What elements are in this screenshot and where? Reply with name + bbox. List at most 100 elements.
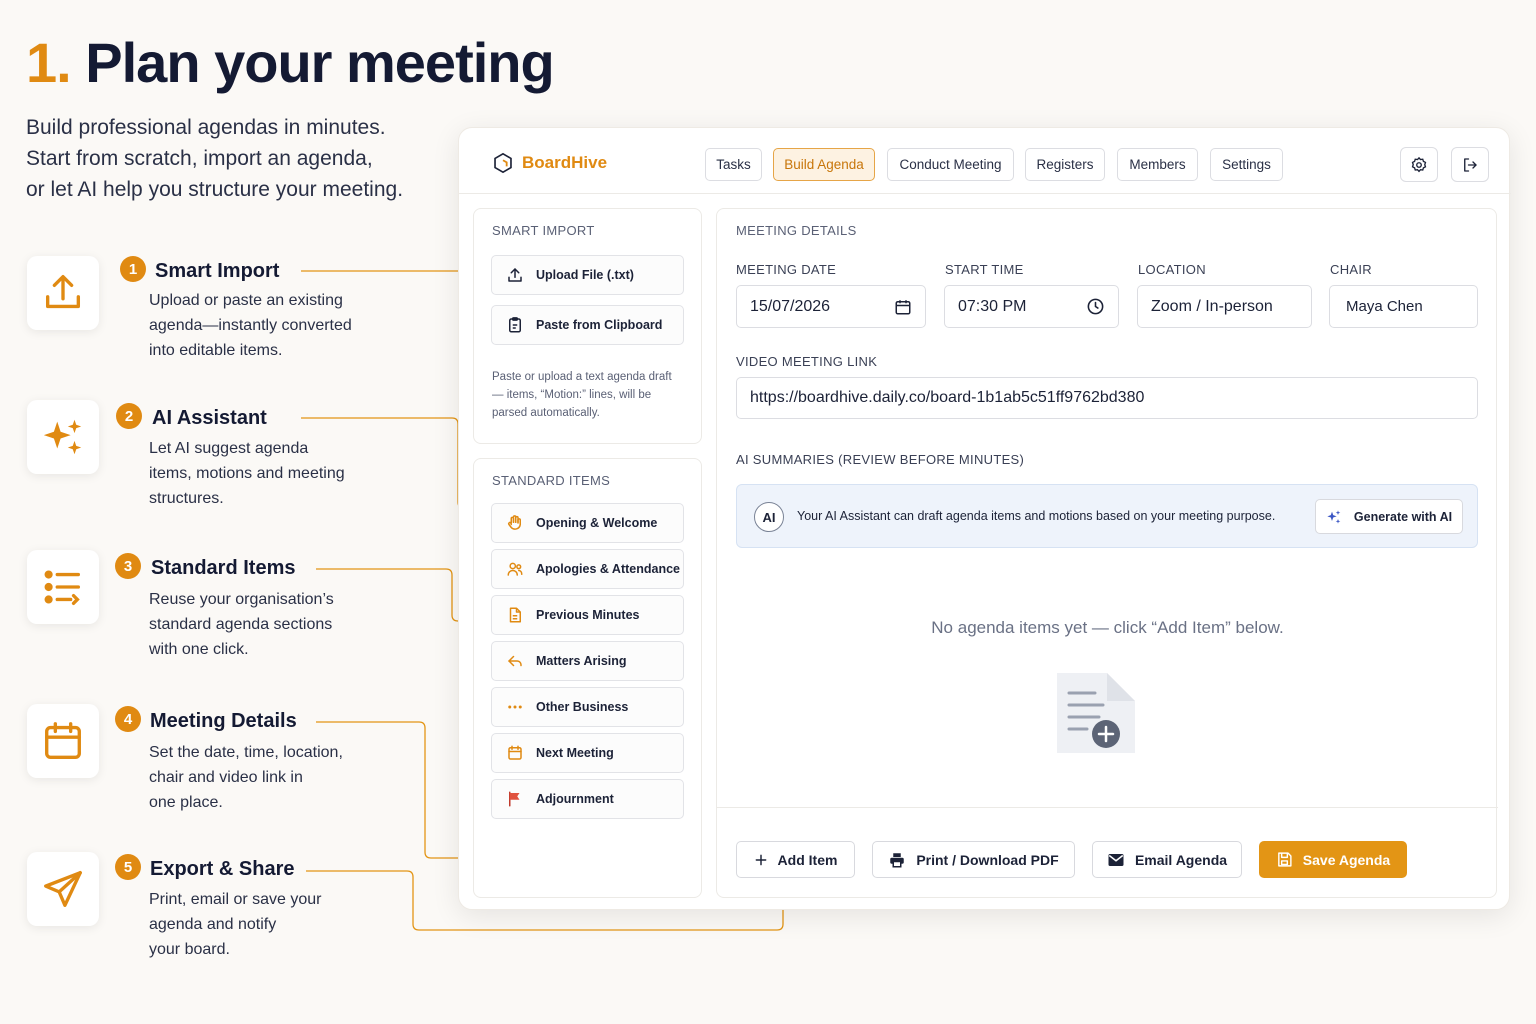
location-field[interactable]: Zoom / In-person xyxy=(1137,285,1312,328)
chair-label: CHAIR xyxy=(1330,262,1372,277)
generate-with-ai-button[interactable]: Generate with AI xyxy=(1315,499,1463,534)
smart-import-panel: SMART IMPORT Upload File (.txt) Paste fr… xyxy=(473,208,702,444)
ai-assistant-banner: AI Your AI Assistant can draft agenda it… xyxy=(736,484,1478,548)
field-value: Maya Chen xyxy=(1346,298,1423,315)
sparkles-icon xyxy=(1327,509,1341,524)
print-pdf-button[interactable]: Print / Download PDF xyxy=(872,841,1075,878)
more-dots-icon xyxy=(508,705,522,709)
tab-conduct-meeting[interactable]: Conduct Meeting xyxy=(887,148,1014,181)
logout-icon xyxy=(1464,157,1477,172)
top-bar: BoardHive Tasks Build Agenda Conduct Mee… xyxy=(459,128,1511,194)
desc-line: Upload or paste an existing xyxy=(149,292,343,309)
button-label: Save Agenda xyxy=(1302,851,1391,868)
desc-line: structures. xyxy=(149,490,224,507)
button-label: Paste from Clipboard xyxy=(536,318,663,332)
std-item-other-business[interactable]: Other Business xyxy=(491,687,684,727)
divider xyxy=(717,807,1498,808)
feature-title: Smart Import xyxy=(155,260,280,282)
upload-icon xyxy=(27,256,99,330)
desc-line: Reuse your organisation’s xyxy=(149,591,334,608)
field-value: https://boardhive.daily.co/board-1b1ab5c… xyxy=(750,389,1145,406)
paste-clipboard-button[interactable]: Paste from Clipboard xyxy=(491,305,684,345)
settings-button[interactable] xyxy=(1400,147,1438,182)
gear-icon xyxy=(1411,156,1427,172)
field-value: 07:30 PM xyxy=(958,297,1027,315)
sparkles-icon xyxy=(27,400,99,474)
meeting-date-field[interactable]: 15/07/2026 xyxy=(736,285,926,328)
feature-number-badge: 1 xyxy=(120,256,146,282)
feature-number-badge: 4 xyxy=(115,706,141,732)
panel-heading: MEETING DETAILS xyxy=(736,223,857,238)
envelope-icon xyxy=(1108,853,1124,866)
plus-icon xyxy=(755,854,766,865)
std-item-next-meeting[interactable]: Next Meeting xyxy=(491,733,684,773)
calendar-icon xyxy=(508,745,522,760)
std-item-opening[interactable]: Opening & Welcome xyxy=(491,503,684,543)
button-label: Generate with AI xyxy=(1353,509,1453,524)
printer-icon xyxy=(890,852,905,867)
desc-line: Set the date, time, location, xyxy=(149,744,343,761)
tab-settings[interactable]: Settings xyxy=(1210,148,1283,181)
upload-file-button[interactable]: Upload File (.txt) xyxy=(491,255,684,295)
item-label: Other Business xyxy=(536,700,629,714)
empty-state-message: No agenda items yet — click “Add Item” b… xyxy=(931,618,1284,637)
ai-summaries-heading: AI SUMMARIES (REVIEW BEFORE MINUTES) xyxy=(736,452,1025,467)
tab-registers[interactable]: Registers xyxy=(1025,148,1105,181)
calendar-icon xyxy=(27,704,99,778)
subtitle-line: Build professional agendas in minutes. xyxy=(26,116,386,139)
desc-line: agenda—instantly converted xyxy=(149,317,352,334)
desc-line: into editable items. xyxy=(149,342,283,359)
clipboard-icon xyxy=(509,317,521,333)
video-link-field[interactable]: https://boardhive.daily.co/board-1b1ab5c… xyxy=(736,377,1478,419)
hint-line: parsed automatically. xyxy=(492,407,600,419)
desc-line: agenda and notify xyxy=(149,916,277,933)
item-label: Opening & Welcome xyxy=(536,516,658,530)
std-item-matters-arising[interactable]: Matters Arising xyxy=(491,641,684,681)
people-icon xyxy=(507,562,523,576)
clock-icon[interactable] xyxy=(1086,297,1105,316)
tab-build-agenda[interactable]: Build Agenda xyxy=(773,148,875,181)
save-agenda-button[interactable]: Save Agenda xyxy=(1259,841,1407,878)
send-icon xyxy=(27,852,99,926)
email-agenda-button[interactable]: Email Agenda xyxy=(1092,841,1242,878)
calendar-icon[interactable] xyxy=(894,298,912,316)
list-icon xyxy=(27,550,99,624)
button-label: Add Item xyxy=(777,851,838,868)
add-item-button[interactable]: Add Item xyxy=(736,841,855,878)
item-label: Apologies & Attendance xyxy=(536,562,680,576)
hint-line: Paste or upload a text agenda draft xyxy=(492,371,672,383)
brand-name: BoardHive xyxy=(522,153,608,172)
desc-line: one place. xyxy=(149,794,223,811)
time-label: START TIME xyxy=(945,262,1024,277)
date-label: MEETING DATE xyxy=(736,262,837,277)
std-item-adjournment[interactable]: Adjournment xyxy=(491,779,684,819)
std-item-apologies[interactable]: Apologies & Attendance xyxy=(491,549,684,589)
brand-logo[interactable]: BoardHive xyxy=(492,152,607,174)
feature-number-badge: 2 xyxy=(116,403,142,429)
save-icon xyxy=(1277,852,1292,867)
item-label: Matters Arising xyxy=(536,654,627,668)
page-subtitle: Build professional agendas in minutes. S… xyxy=(26,112,446,205)
step-number: 1. xyxy=(26,31,72,94)
panel-heading: STANDARD ITEMS xyxy=(492,473,611,488)
document-icon xyxy=(509,607,521,623)
subtitle-line: or let AI help you structure your meetin… xyxy=(26,178,404,201)
tab-tasks[interactable]: Tasks xyxy=(705,148,762,181)
desc-line: your board. xyxy=(149,941,230,958)
item-label: Adjournment xyxy=(536,792,614,806)
tab-members[interactable]: Members xyxy=(1117,148,1198,181)
feature-description: Print, email or save your agenda and not… xyxy=(149,887,364,962)
upload-icon xyxy=(508,268,522,282)
feature-number-badge: 3 xyxy=(115,553,141,579)
feature-description: Set the date, time, location, chair and … xyxy=(149,740,364,815)
button-label: Email Agenda xyxy=(1134,851,1228,868)
item-label: Previous Minutes xyxy=(536,608,640,622)
chair-field[interactable]: Maya Chen xyxy=(1329,285,1478,328)
start-time-field[interactable]: 07:30 PM xyxy=(944,285,1119,328)
feature-description: Reuse your organisation’s standard agend… xyxy=(149,587,364,662)
logout-button[interactable] xyxy=(1451,147,1489,182)
hand-wave-icon xyxy=(508,515,521,530)
page-title: 1. Plan your meeting xyxy=(26,30,555,95)
std-item-previous-minutes[interactable]: Previous Minutes xyxy=(491,595,684,635)
subtitle-line: Start from scratch, import an agenda, xyxy=(26,147,373,170)
